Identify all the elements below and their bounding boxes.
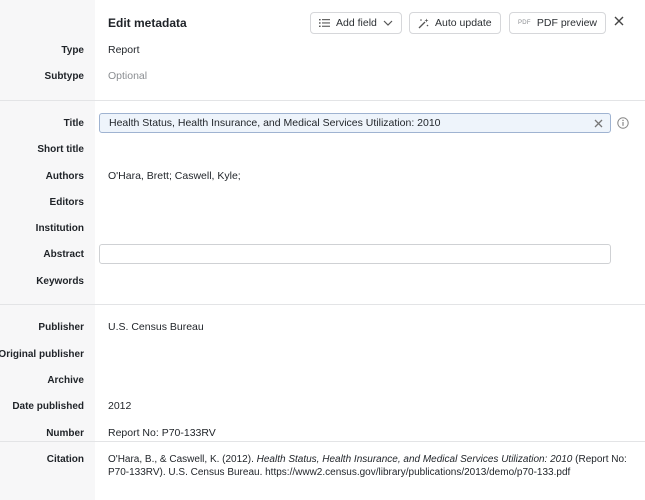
title-input-value: Health Status, Health Insurance, and Med… [109, 117, 441, 129]
close-icon [614, 16, 624, 29]
publisher-row: Publisher U.S. Census Bureau [0, 314, 645, 340]
number-row: Number Report No: P70-133RV [0, 420, 645, 446]
editors-row: Editors [0, 189, 645, 215]
authors-value[interactable]: O'Hara, Brett; Caswell, Kyle; [108, 163, 241, 189]
keywords-label: Keywords [36, 275, 84, 287]
auto-update-label: Auto update [435, 17, 492, 29]
original-publisher-row: Original publisher [0, 341, 645, 367]
subtype-field[interactable]: Optional [108, 63, 147, 89]
subtype-label: Subtype [44, 70, 84, 82]
number-label: Number [46, 427, 84, 439]
clear-icon[interactable] [592, 117, 604, 129]
section-divider [0, 441, 645, 442]
page-title: Edit metadata [108, 16, 187, 30]
archive-label: Archive [47, 374, 84, 386]
short-title-label: Short title [37, 143, 84, 155]
magic-wand-icon [418, 18, 429, 29]
original-publisher-label: Original publisher [0, 348, 84, 360]
publisher-value[interactable]: U.S. Census Bureau [108, 314, 204, 340]
list-icon [319, 18, 330, 28]
type-row: Type Report [0, 37, 645, 63]
add-field-label: Add field [336, 17, 377, 29]
info-icon[interactable] [617, 117, 629, 129]
citation-text: O'Hara, B., & Caswell, K. (2012). Health… [108, 453, 628, 479]
authors-row: Authors O'Hara, Brett; Caswell, Kyle; [0, 163, 645, 189]
date-published-label: Date published [12, 400, 84, 412]
authors-label: Authors [45, 170, 84, 182]
close-button[interactable] [611, 14, 627, 30]
title-input[interactable]: Health Status, Health Insurance, and Med… [99, 113, 611, 133]
editors-label: Editors [49, 196, 84, 208]
date-published-value[interactable]: 2012 [108, 393, 131, 419]
institution-row: Institution [0, 215, 645, 241]
date-published-row: Date published 2012 [0, 393, 645, 419]
title-label: Title [63, 117, 84, 129]
auto-update-button[interactable]: Auto update [409, 12, 501, 34]
number-value[interactable]: Report No: P70-133RV [108, 420, 216, 446]
archive-row: Archive [0, 367, 645, 393]
citation-title: Health Status, Health Insurance, and Med… [256, 454, 573, 465]
subtype-row: Subtype Optional [0, 63, 645, 89]
short-title-row: Short title [0, 136, 645, 162]
keywords-row: Keywords [0, 268, 645, 294]
abstract-input[interactable] [99, 244, 611, 264]
publisher-label: Publisher [38, 321, 84, 333]
section-divider [0, 100, 645, 101]
pdf-preview-button[interactable]: PDF PDF preview [509, 12, 607, 34]
pdf-icon: PDF [518, 20, 531, 26]
add-field-button[interactable]: Add field [310, 12, 402, 34]
type-label: Type [61, 44, 84, 56]
pdf-preview-label: PDF preview [536, 17, 598, 29]
abstract-label: Abstract [43, 248, 84, 260]
type-value[interactable]: Report [108, 37, 140, 63]
citation-label: Citation [46, 453, 84, 465]
citation-prefix: O'Hara, B., & Caswell, K. (2012). [108, 454, 257, 465]
section-divider [0, 304, 645, 305]
chevron-down-icon [383, 20, 393, 26]
institution-label: Institution [35, 222, 84, 234]
